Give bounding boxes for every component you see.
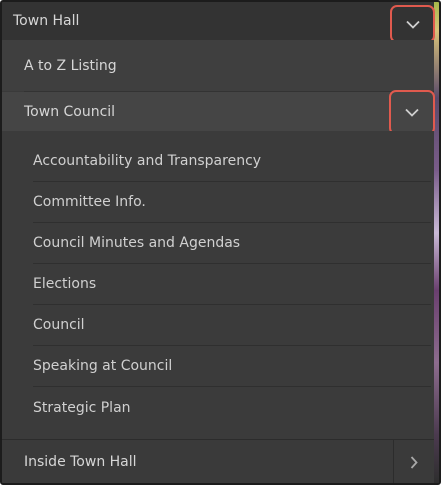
submenu-item-strategic-plan[interactable]: Strategic Plan [33,387,431,428]
submenu-item-label: Accountability and Transparency [33,153,262,169]
submenu-item-label: Council Minutes and Agendas [33,235,241,251]
chevron-down-icon [405,108,419,117]
submenu-item-council[interactable]: Council [33,305,431,346]
town-hall-menu: Town Hall A to Z Listing Town Council Ac… [2,2,435,483]
submenu-item-label: Council [33,317,85,333]
submenu-item-label: Speaking at Council [33,358,173,374]
submenu-item-speaking-at-council[interactable]: Speaking at Council [33,346,431,387]
town-council-submenu: Accountability and Transparency Committe… [2,131,434,439]
submenu-item-committee-info[interactable]: Committee Info. [33,182,431,223]
menu-item-label: Inside Town Hall [24,453,137,470]
inside-town-hall-expand-button[interactable] [393,440,434,483]
submenu-item-council-minutes[interactable]: Council Minutes and Agendas [33,223,431,264]
menu-item-label: A to Z Listing [24,57,117,74]
chevron-down-icon [405,20,420,29]
town-council-toggle-button[interactable] [389,90,435,135]
menu-header-label: Town Hall [13,13,80,29]
chevron-right-icon [410,455,418,469]
submenu-item-elections[interactable]: Elections [33,264,431,305]
menu-header-town-hall[interactable]: Town Hall [2,2,434,40]
town-hall-toggle-button[interactable] [390,5,435,43]
menu-item-inside-town-hall[interactable]: Inside Town Hall [2,439,434,483]
navigation-panel: Town Hall A to Z Listing Town Council Ac… [0,0,441,485]
submenu-item-label: Committee Info. [33,194,146,210]
menu-item-town-council[interactable]: Town Council [2,92,434,131]
submenu-item-label: Strategic Plan [33,399,131,416]
submenu-item-accountability[interactable]: Accountability and Transparency [33,141,431,182]
menu-item-a-to-z[interactable]: A to Z Listing [2,40,434,91]
menu-item-label: Town Council [24,103,116,120]
submenu-item-label: Elections [33,276,97,292]
